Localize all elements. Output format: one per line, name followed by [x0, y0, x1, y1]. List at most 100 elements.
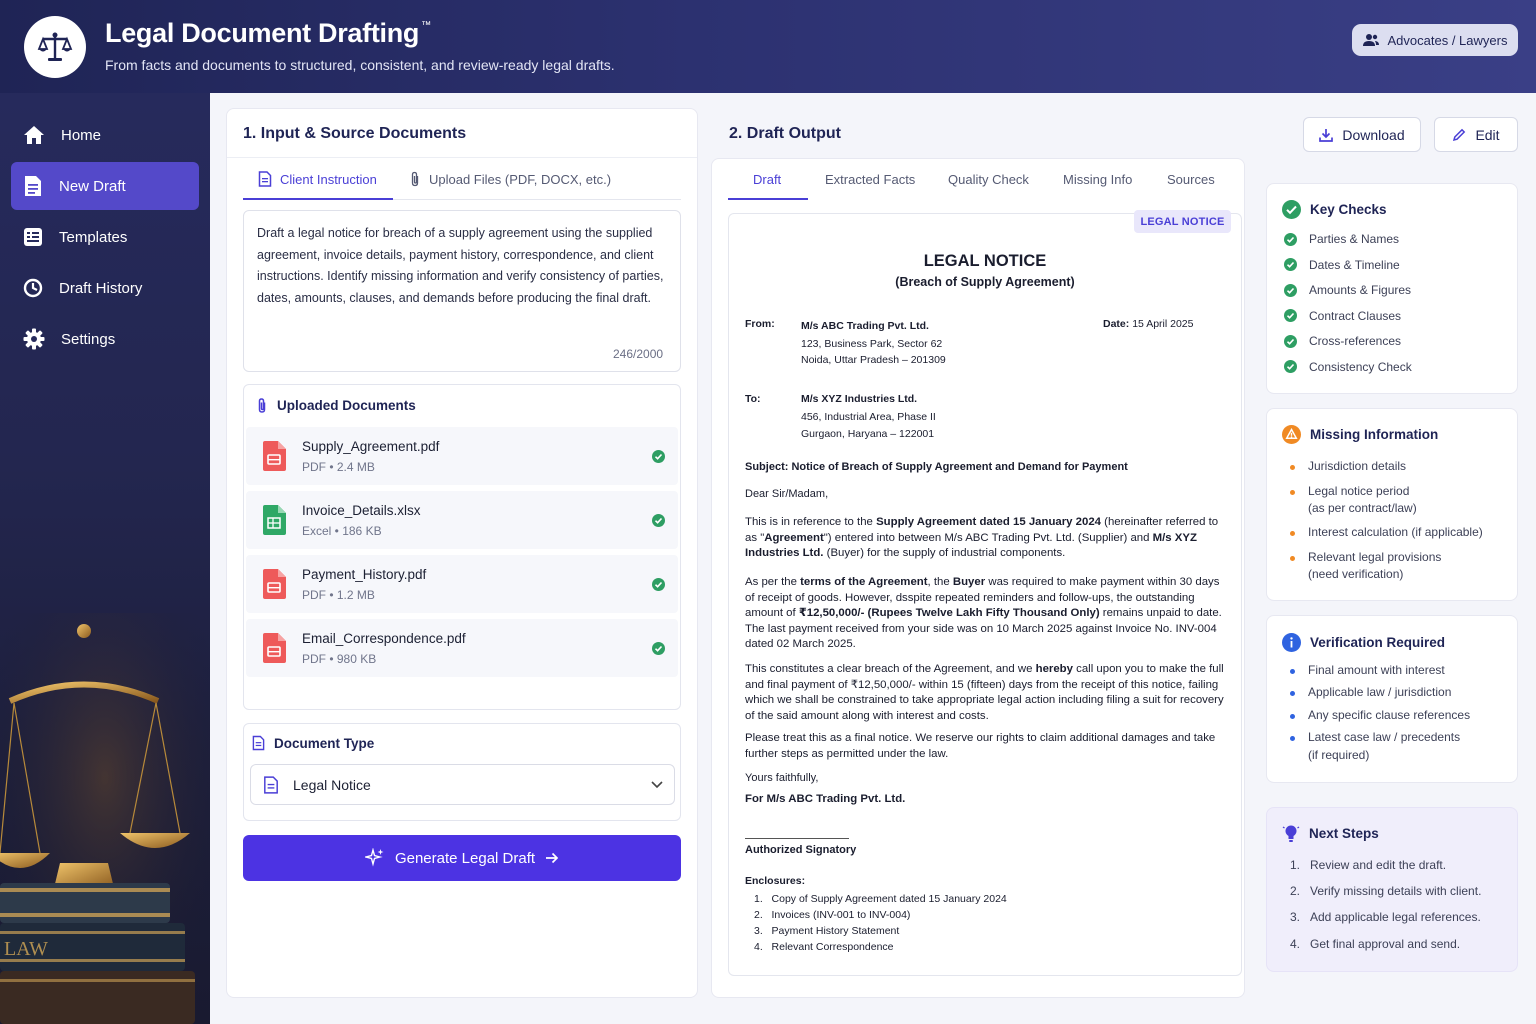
to-line: 456, Industrial Area, Phase II: [801, 411, 936, 423]
document-paragraph-1: This is in reference to the Supply Agree…: [745, 516, 1219, 559]
bullet: [1290, 714, 1295, 719]
file-item[interactable]: Invoice_Details.xlsx Excel • 186 KB: [246, 491, 678, 549]
sidebar-item-new-draft[interactable]: New Draft: [11, 162, 199, 210]
document-icon: [264, 775, 278, 794]
from-line: Noida, Uttar Pradesh – 201309: [801, 354, 946, 366]
uploaded-documents-title: Uploaded Documents: [277, 398, 416, 413]
step-number: 1.: [1290, 858, 1301, 872]
tab-upload-files[interactable]: Upload Files (PDF, DOCX, etc.): [409, 171, 611, 187]
from-line: M/s ABC Trading Pvt. Ltd.: [801, 320, 929, 332]
scales-of-justice-icon: [37, 32, 73, 61]
from-line: 123, Business Park, Sector 62: [801, 338, 943, 350]
date-value: 15 April 2025: [1132, 318, 1194, 330]
tab-label: Client Instruction: [280, 171, 377, 187]
next-steps-title: Next Steps: [1309, 826, 1379, 841]
next-step-item: Get final approval and send.: [1310, 937, 1461, 951]
document-type-title: Document Type: [274, 735, 375, 751]
document-subheading: (Breach of Supply Agreement): [895, 275, 1075, 289]
tab-draft[interactable]: Draft: [753, 172, 781, 187]
document-date: Date: 15 April 2025: [1103, 318, 1194, 330]
trademark-mark: ™: [421, 20, 431, 31]
next-step-item: Add applicable legal references.: [1310, 910, 1481, 924]
file-item[interactable]: Email_Correspondence.pdf PDF • 980 KB: [246, 619, 678, 677]
pdf-file-icon: [263, 441, 286, 471]
enclosure-text: Copy of Supply Agreement dated 15 Januar…: [771, 893, 1007, 905]
missing-item-note: (need verification): [1308, 567, 1404, 581]
step-number: 3.: [1290, 910, 1301, 924]
document-type-select[interactable]: Legal Notice: [250, 764, 675, 805]
to-line: M/s XYZ Industries Ltd.: [801, 393, 918, 405]
file-meta: PDF • 980 KB: [302, 652, 377, 666]
step-number: 2.: [1290, 884, 1301, 898]
key-check-item: Dates & Timeline: [1284, 258, 1400, 272]
enclosure-item: 3. Payment History Statement: [754, 925, 900, 937]
file-name: Supply_Agreement.pdf: [302, 439, 440, 454]
missing-information-header: Missing Information: [1282, 425, 1438, 444]
key-checks-header: Key Checks: [1282, 200, 1387, 219]
signature-line: [745, 838, 849, 839]
paperclip-icon: [258, 398, 266, 413]
missing-item: Interest calculation (if applicable): [1308, 525, 1483, 539]
enclosure-text: Relevant Correspondence: [771, 941, 894, 953]
document-subject: Subject: Notice of Breach of Supply Agre…: [745, 461, 1128, 473]
bullet: [1290, 556, 1295, 561]
verification-item: Applicable law / jurisdiction: [1308, 685, 1452, 699]
bullet: [1290, 669, 1295, 674]
date-label: Date:: [1103, 318, 1130, 330]
file-meta: PDF • 2.4 MB: [302, 460, 375, 474]
check-circle-icon: [1284, 258, 1297, 271]
verification-item: Final amount with interest: [1308, 663, 1445, 677]
sidebar-item-settings[interactable]: Settings: [11, 315, 199, 363]
sidebar-item-label: Home: [61, 126, 102, 144]
edit-label: Edit: [1475, 126, 1500, 143]
file-item[interactable]: Payment_History.pdf PDF • 1.2 MB: [246, 555, 678, 613]
key-check-item: Cross-references: [1284, 334, 1401, 348]
document-icon: [252, 735, 265, 751]
key-check-item: Contract Clauses: [1284, 309, 1401, 323]
next-steps-header: Next Steps: [1282, 824, 1379, 843]
key-check-label: Contract Clauses: [1309, 308, 1402, 323]
document-paragraph-2: As per the terms of the Agreement, the B…: [745, 576, 1222, 650]
missing-item: Legal notice period: [1308, 484, 1410, 498]
tab-sources[interactable]: Sources: [1167, 172, 1215, 187]
document-paragraph-3: This constitutes a clear breach of the A…: [745, 663, 1224, 722]
tab-extracted-facts[interactable]: Extracted Facts: [825, 172, 915, 187]
file-item[interactable]: Supply_Agreement.pdf PDF • 2.4 MB: [246, 427, 678, 485]
pencil-icon: [1453, 128, 1466, 141]
enclosure-item: 2. Invoices (INV-001 to INV-004): [754, 909, 911, 921]
tab-client-instruction[interactable]: Client Instruction: [258, 171, 377, 187]
check-circle-icon: [1284, 283, 1297, 297]
generate-legal-draft-button[interactable]: Generate Legal Draft: [243, 835, 681, 881]
step-number: 4.: [1290, 937, 1301, 951]
tab-label: Missing Info: [1063, 172, 1133, 187]
tab-quality-check[interactable]: Quality Check: [948, 172, 1029, 187]
sidebar-item-draft-history[interactable]: Draft History: [11, 264, 199, 312]
book-spine-law-text: LAW: [4, 938, 48, 960]
enclosure-text: Invoices (INV-001 to INV-004): [771, 909, 911, 921]
clock-icon: [23, 278, 43, 298]
key-check-item: Parties & Names: [1284, 232, 1399, 246]
input-panel-title: 1. Input & Source Documents: [243, 125, 467, 142]
check-circle-icon: [652, 514, 665, 527]
edit-button[interactable]: Edit: [1434, 117, 1518, 152]
to-line: Gurgaon, Haryana – 122001: [801, 428, 935, 440]
key-checks-title: Key Checks: [1310, 202, 1387, 217]
sidebar-item-templates[interactable]: Templates: [11, 213, 199, 261]
sidebar-item-home[interactable]: Home: [11, 111, 199, 159]
check-circle-icon: [1284, 360, 1297, 373]
check-circle-icon: [1284, 309, 1297, 322]
document-heading: LEGAL NOTICE: [923, 252, 1047, 270]
users-icon: [1362, 34, 1379, 46]
verification-item: Latest case law / precedents: [1308, 730, 1461, 744]
sidebar-item-label: Settings: [61, 330, 116, 348]
download-button[interactable]: Download: [1303, 117, 1421, 152]
role-button[interactable]: Advocates / Lawyers: [1352, 24, 1518, 56]
key-check-label: Amounts & Figures: [1309, 283, 1412, 297]
tab-missing-info[interactable]: Missing Info: [1063, 172, 1132, 187]
key-check-item: Amounts & Figures: [1284, 283, 1411, 297]
check-circle-icon: [1284, 232, 1297, 246]
key-check-label: Consistency Check: [1309, 359, 1412, 374]
tab-divider: [393, 199, 681, 200]
gear-icon: [23, 328, 45, 350]
document-paragraph-4: Please treat this as a final notice. We …: [745, 732, 1216, 760]
